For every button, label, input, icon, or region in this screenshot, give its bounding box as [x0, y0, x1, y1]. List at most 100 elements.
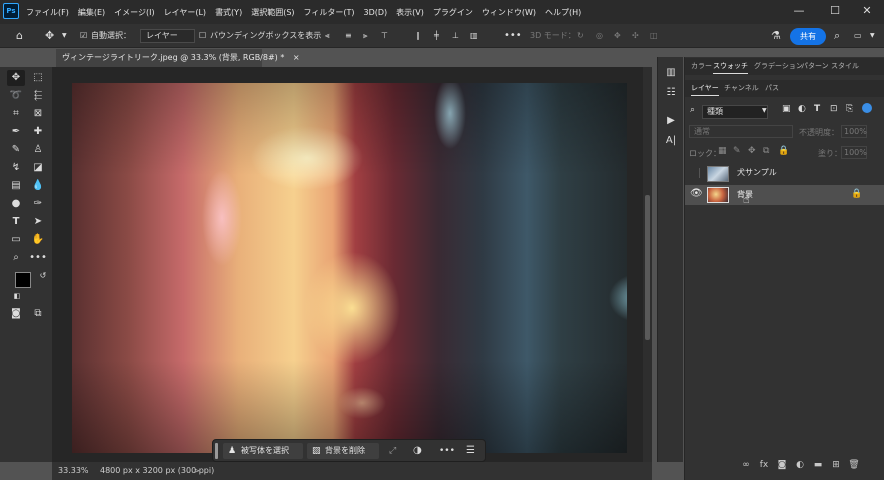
taskbar-settings-icon[interactable]: ☰ [466, 443, 475, 459]
pixel-filter-icon[interactable]: ▣ [782, 104, 791, 114]
drag-3d-icon[interactable]: ✥ [614, 24, 621, 48]
gradient-tool-icon[interactable]: ▤ [7, 178, 25, 194]
menu-window[interactable]: ウィンドウ(W) [482, 7, 536, 18]
type-tool-icon[interactable]: T [7, 214, 25, 230]
workspace-icon[interactable]: ▭ [854, 24, 862, 48]
lock-transparent-icon[interactable]: ▦ [718, 146, 727, 156]
hand-tool-icon[interactable]: ✋ [29, 232, 47, 248]
menu-image[interactable]: イメージ(I) [114, 7, 154, 18]
tab-styles[interactable]: スタイル [831, 58, 859, 74]
move-tool-icon[interactable]: ✥ [7, 70, 25, 86]
minimize-button[interactable]: — [782, 0, 816, 24]
quick-mask-icon[interactable]: ◙ [7, 306, 25, 322]
align-center-icon[interactable]: ≡ [345, 24, 352, 48]
share-button[interactable]: 共有 [790, 28, 826, 45]
select-subject-button[interactable]: ♟ 被写体を選択 [223, 443, 303, 459]
marquee-tool-icon[interactable]: ⬚ [29, 70, 47, 86]
history-brush-icon[interactable]: ↯ [7, 160, 25, 176]
lock-position-icon[interactable]: ✥ [748, 146, 756, 156]
document-tab[interactable]: ヴィンテージライトリーク.jpeg @ 33.3% (背景, RGB/8#) *… [56, 49, 300, 67]
taskbar-more-button[interactable]: ••• [439, 443, 455, 459]
actions-play-icon[interactable]: ▶ [663, 113, 679, 129]
tab-gradients[interactable]: グラデーション [754, 58, 803, 74]
eraser-tool-icon[interactable]: ◪ [29, 160, 47, 176]
close-window-button[interactable]: ✕ [850, 0, 884, 24]
filter-chevron-icon[interactable]: ▼ [762, 107, 767, 114]
chevron-down-icon[interactable]: ▼ [62, 24, 67, 48]
histogram-icon[interactable]: ▥ [663, 65, 679, 81]
align-bottom-icon[interactable]: ⊥ [452, 24, 459, 48]
smart-object-filter-icon[interactable]: ⎘ [846, 104, 853, 114]
path-select-icon[interactable]: ➤ [29, 214, 47, 230]
new-group-icon[interactable]: ▬ [809, 460, 827, 474]
properties-icon[interactable]: ☷ [663, 85, 679, 101]
menu-edit[interactable]: 編集(E) [78, 7, 105, 18]
swap-colors-icon[interactable]: ↺ [34, 268, 52, 284]
shape-filter-icon[interactable]: ⊡ [830, 104, 838, 114]
link-layers-icon[interactable]: ∞ [737, 460, 755, 474]
workspace-chevron-icon[interactable]: ▼ [870, 24, 875, 48]
screen-mode-icon[interactable]: ⧉ [29, 306, 47, 322]
menu-select[interactable]: 選択範囲(S) [251, 7, 294, 18]
orbit-3d-icon[interactable]: ↻ [577, 24, 584, 48]
roll-3d-icon[interactable]: ◎ [596, 24, 603, 48]
type-filter-icon[interactable]: T [814, 104, 820, 114]
menu-file[interactable]: ファイル(F) [26, 7, 69, 18]
layer-row-selected[interactable]: 👁 背景 ☝ 🔒 [685, 185, 884, 206]
lasso-tool-icon[interactable]: ➰ [7, 88, 25, 104]
tab-patterns[interactable]: パターン [801, 58, 829, 74]
menu-3d[interactable]: 3D(D) [364, 8, 388, 17]
zoom-tool-icon[interactable]: ⌕ [7, 250, 25, 266]
adjustment-layer-icon[interactable]: ◐ [791, 460, 809, 474]
layer-style-icon[interactable]: fx [755, 460, 773, 474]
align-top-icon[interactable]: ⊤ [381, 24, 388, 48]
adjustment-filter-icon[interactable]: ◐ [798, 104, 806, 114]
maximize-button[interactable]: ☐ [818, 0, 852, 24]
more-options-button[interactable]: ••• [504, 24, 522, 48]
tab-channels[interactable]: チャンネル [724, 80, 759, 96]
more-tools-icon[interactable]: ••• [29, 250, 47, 266]
lock-all-icon[interactable]: 🔒 [778, 146, 789, 156]
menu-filter[interactable]: フィルター(T) [304, 7, 355, 18]
align-vcenter-icon[interactable]: ╪ [434, 24, 439, 48]
move-tool-icon[interactable]: ✥ [45, 24, 54, 48]
crop-tool-icon[interactable]: ⌗ [7, 106, 25, 122]
distribute-h-icon[interactable]: ▥ [470, 24, 478, 48]
scale-3d-icon[interactable]: ◫ [650, 24, 658, 48]
checkbox-checked-icon[interactable]: ☑ [80, 24, 87, 48]
tab-layers[interactable]: レイヤー [691, 80, 719, 96]
menu-view[interactable]: 表示(V) [396, 7, 424, 18]
default-colors-icon[interactable]: ◧ [8, 288, 26, 304]
lock-pixels-icon[interactable]: ✎ [733, 146, 741, 156]
transform-icon[interactable]: ⤢ [389, 443, 396, 459]
menu-layer[interactable]: レイヤー(L) [164, 7, 206, 18]
tab-swatches[interactable]: スウォッチ [713, 58, 748, 74]
flask-icon[interactable]: ⚗ [771, 24, 781, 48]
add-mask-icon[interactable]: ◙ [773, 460, 791, 474]
home-icon[interactable]: ⌂ [16, 24, 23, 48]
vertical-scroll-thumb[interactable] [645, 195, 650, 340]
filter-toggle[interactable] [862, 103, 872, 113]
healing-brush-icon[interactable]: ✚ [29, 124, 47, 140]
object-select-tool-icon[interactable]: ⬱ [29, 88, 47, 104]
lock-artboard-icon[interactable]: ⧉ [763, 146, 769, 156]
layer-name[interactable]: 犬サンプル [737, 167, 777, 178]
new-layer-icon[interactable]: ⊞ [827, 460, 845, 474]
menu-type[interactable]: 書式(Y) [215, 7, 242, 18]
delete-layer-icon[interactable]: 🗑 [845, 460, 863, 474]
tab-color[interactable]: カラー [691, 58, 712, 74]
blend-mode-select[interactable]: 通常 [689, 125, 793, 138]
eyedropper-tool-icon[interactable]: ✒ [7, 124, 25, 140]
adjustment-icon[interactable]: ◑ [413, 443, 422, 459]
canvas-image[interactable] [72, 83, 627, 453]
distribute-icon[interactable]: ∥ [416, 24, 420, 48]
slide-3d-icon[interactable]: ✣ [632, 24, 639, 48]
foreground-color-swatch[interactable] [15, 272, 31, 288]
close-document-icon[interactable]: × [293, 53, 300, 62]
pen-tool-icon[interactable]: ✑ [29, 196, 47, 212]
layer-row[interactable]: 犬サンプル [685, 164, 884, 184]
fill-input[interactable]: 100% [841, 146, 867, 159]
remove-background-button[interactable]: ▨ 背景を削除 [307, 443, 379, 459]
dodge-tool-icon[interactable]: ● [7, 196, 25, 212]
checkbox-unchecked-icon[interactable]: ☐ [199, 24, 206, 48]
